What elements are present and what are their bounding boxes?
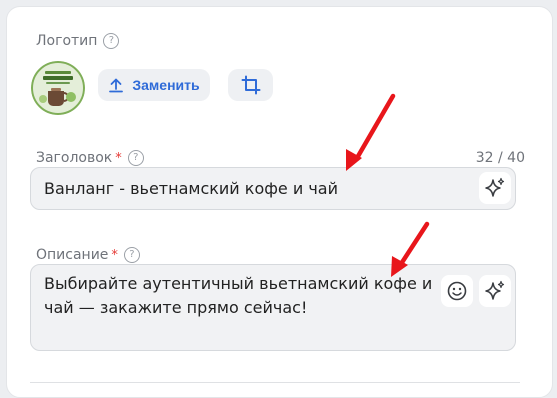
logo-artwork-icon <box>31 61 85 115</box>
sparkle-icon <box>485 280 505 300</box>
logo-image <box>31 61 85 115</box>
crop-logo-button[interactable] <box>228 69 273 101</box>
title-label: Заголовок <box>36 150 113 166</box>
logo-label: Логотип <box>36 33 98 49</box>
description-textarea-value: Выбирайте аутентичный вьетнамский кофе и… <box>44 274 433 317</box>
section-divider <box>30 382 520 383</box>
title-input[interactable]: Ванланг - вьетнамский кофе и чай <box>30 167 516 210</box>
ai-generate-description-button[interactable] <box>479 275 511 307</box>
sparkle-icon <box>485 177 505 197</box>
logo-label-row: Логотип ? <box>36 33 120 49</box>
emoji-icon <box>447 281 467 301</box>
ai-generate-title-button[interactable] <box>479 172 511 204</box>
description-label-row: Описание * ? <box>36 247 140 263</box>
title-input-value: Ванланг - вьетнамский кофе и чай <box>44 179 338 198</box>
help-icon[interactable]: ? <box>127 150 144 166</box>
title-char-counter: 32 / 40 <box>475 150 525 166</box>
help-icon[interactable]: ? <box>123 247 140 263</box>
title-label-row: Заголовок * ? <box>36 150 144 166</box>
description-textarea[interactable]: Выбирайте аутентичный вьетнамский кофе и… <box>30 264 516 351</box>
required-mark: * <box>111 247 118 263</box>
description-label: Описание <box>36 247 109 263</box>
replace-logo-button[interactable]: Заменить <box>98 69 210 101</box>
upload-icon <box>109 78 124 93</box>
required-mark: * <box>115 150 122 166</box>
help-icon[interactable]: ? <box>103 33 120 49</box>
crop-icon <box>241 75 260 95</box>
emoji-button[interactable] <box>441 275 473 307</box>
replace-logo-label: Заменить <box>132 77 200 93</box>
